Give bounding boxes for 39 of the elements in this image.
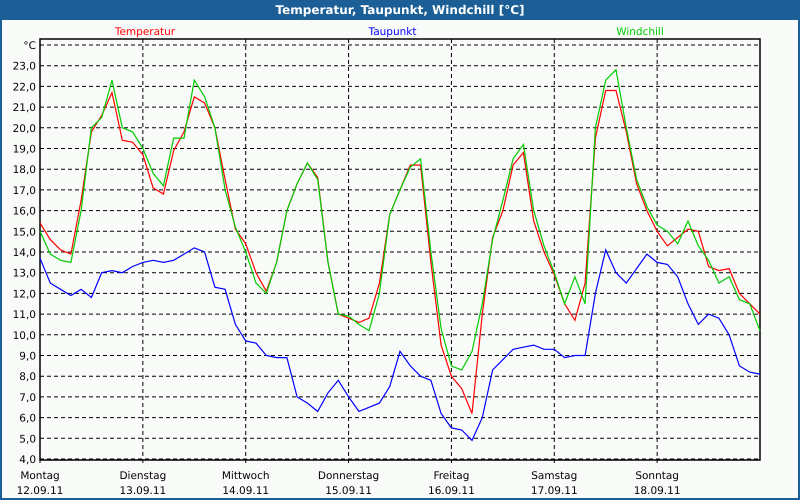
window-title: Temperatur, Taupunkt, Windchill [°C] — [0, 0, 800, 20]
y-axis-label: 5,0 — [19, 433, 36, 446]
x-axis-label: Sonntag — [635, 470, 679, 482]
x-axis-label: Dienstag — [119, 470, 166, 482]
x-axis-date: 14.09.11 — [222, 485, 270, 497]
y-axis-label: 12,0 — [12, 288, 36, 300]
x-axis-date: 13.09.11 — [119, 485, 166, 497]
y-axis-label: °C — [23, 40, 36, 52]
x-axis-date: 12.09.11 — [16, 485, 64, 497]
x-axis-label: Freitag — [433, 470, 470, 482]
y-axis-label: 7,0 — [19, 392, 36, 404]
y-axis-label: 18,0 — [12, 164, 36, 176]
y-axis-label: 15,0 — [12, 226, 36, 238]
x-axis-date: 17.09.11 — [530, 485, 578, 497]
legend-label: Windchill — [616, 26, 664, 38]
y-axis-label: 13,0 — [12, 268, 36, 280]
y-axis-label: 20,0 — [12, 122, 36, 135]
x-axis-date: 18.09.11 — [634, 485, 681, 497]
y-axis-label: 6,0 — [19, 412, 36, 425]
x-axis-label: Samstag — [531, 470, 578, 482]
y-axis-label: 14,0 — [12, 247, 36, 259]
x-axis-date: 15.09.11 — [325, 485, 372, 497]
x-axis-label: Mittwoch — [222, 470, 270, 482]
y-axis-label: 8,0 — [19, 371, 36, 384]
legend-label: Taupunkt — [368, 26, 416, 38]
x-axis-label: Montag — [20, 470, 60, 482]
legend-label: Temperatur — [114, 26, 176, 38]
y-axis-label: 23,0 — [12, 60, 36, 73]
y-axis-label: 4,0 — [19, 454, 36, 466]
y-axis-label: 21,0 — [12, 102, 36, 114]
y-axis-label: 16,0 — [12, 206, 36, 218]
y-axis-label: 19,0 — [12, 144, 36, 156]
x-axis-label: Donnerstag — [318, 470, 380, 482]
y-axis-label: 17,0 — [12, 184, 36, 197]
y-axis-label: 22,0 — [12, 81, 36, 94]
y-axis-label: 9,0 — [19, 350, 36, 362]
y-axis-label: 11,0 — [12, 309, 36, 322]
y-axis-label: 10,0 — [12, 330, 36, 342]
x-axis-date: 16.09.11 — [428, 485, 475, 497]
